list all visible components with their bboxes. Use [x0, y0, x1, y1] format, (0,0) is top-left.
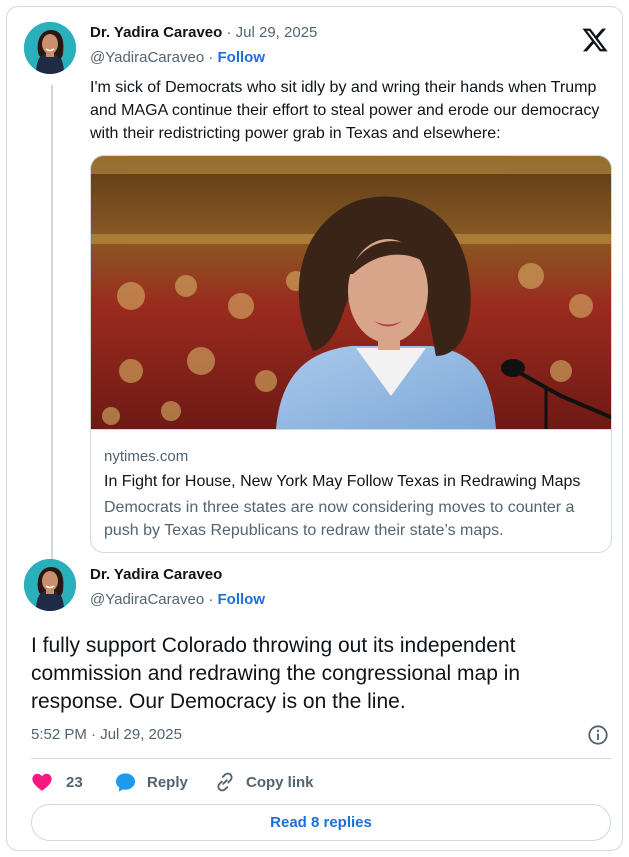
avatar-photo: [24, 22, 76, 74]
link-description: Democrats in three states are now consid…: [104, 499, 575, 539]
info-icon[interactable]: [587, 724, 609, 746]
copy-link-label: Copy link: [246, 773, 314, 791]
like-button[interactable]: 23: [31, 769, 83, 795]
read-replies-button[interactable]: Read 8 replies: [31, 804, 611, 841]
speech-bubble-icon: [115, 772, 136, 792]
reply-label: Reply: [147, 773, 188, 791]
author-name-2[interactable]: Dr. Yadira Caraveo: [90, 566, 222, 583]
author-handle-row: @YadiraCaraveo · Follow: [90, 49, 265, 66]
follow-button[interactable]: Follow: [218, 49, 266, 66]
author-avatar[interactable]: [24, 22, 76, 74]
author-name[interactable]: Dr. Yadira Caraveo · Jul 29, 2025: [90, 24, 317, 41]
link-domain: nytimes.com: [104, 448, 189, 465]
divider: [31, 758, 611, 759]
link-preview-meta: nytimes.com In Fight for House, New York…: [91, 429, 611, 552]
embedded-tweet-card: Dr. Yadira Caraveo · Jul 29, 2025 @Yadir…: [6, 6, 623, 851]
thread-connector-line: [51, 85, 53, 565]
separator: ·: [208, 591, 214, 608]
author-avatar-2[interactable]: [24, 559, 76, 611]
link-icon: [217, 772, 233, 792]
reply-button[interactable]: Reply: [114, 769, 188, 795]
x-logo-icon[interactable]: [581, 26, 609, 54]
author-handle-row-2: @YadiraCaraveo · Follow: [90, 591, 265, 608]
link-preview-card[interactable]: nytimes.com In Fight for House, New York…: [90, 155, 612, 553]
tweet-timestamp[interactable]: 5:52 PM · Jul 29, 2025: [31, 726, 182, 743]
author-handle[interactable]: @YadiraCaraveo: [90, 49, 204, 66]
follow-button-2[interactable]: Follow: [218, 591, 266, 608]
avatar-photo: [24, 559, 76, 611]
like-count: 23: [66, 773, 83, 791]
heart-icon: [32, 773, 52, 791]
tweet-text: I'm sick of Democrats who sit idly by an…: [90, 79, 600, 142]
link-title[interactable]: In Fight for House, New York May Follow …: [104, 473, 580, 491]
copy-link-button[interactable]: Copy link: [214, 769, 314, 795]
main-tweet-text: I fully support Colorado throwing out it…: [31, 634, 521, 713]
link-preview-image: [91, 156, 611, 429]
tweet-date[interactable]: Jul 29, 2025: [236, 24, 318, 41]
author-handle-2[interactable]: @YadiraCaraveo: [90, 591, 204, 608]
separator: ·: [208, 49, 214, 66]
